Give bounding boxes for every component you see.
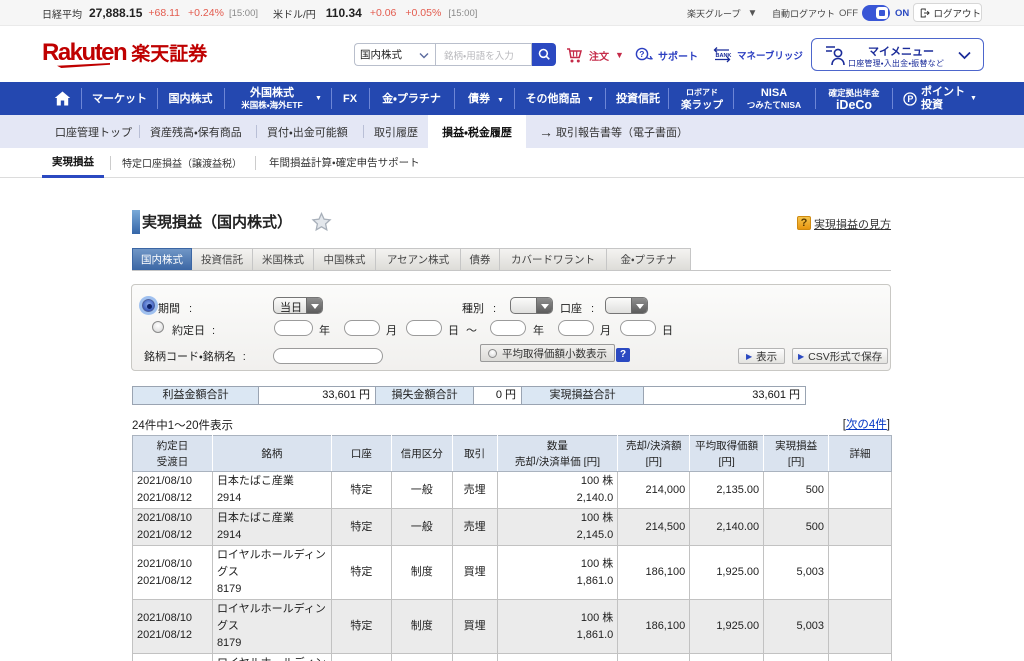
svg-text:P: P <box>907 94 913 104</box>
svg-text:?: ? <box>639 49 644 59</box>
svg-text:BANK: BANK <box>716 53 732 59</box>
